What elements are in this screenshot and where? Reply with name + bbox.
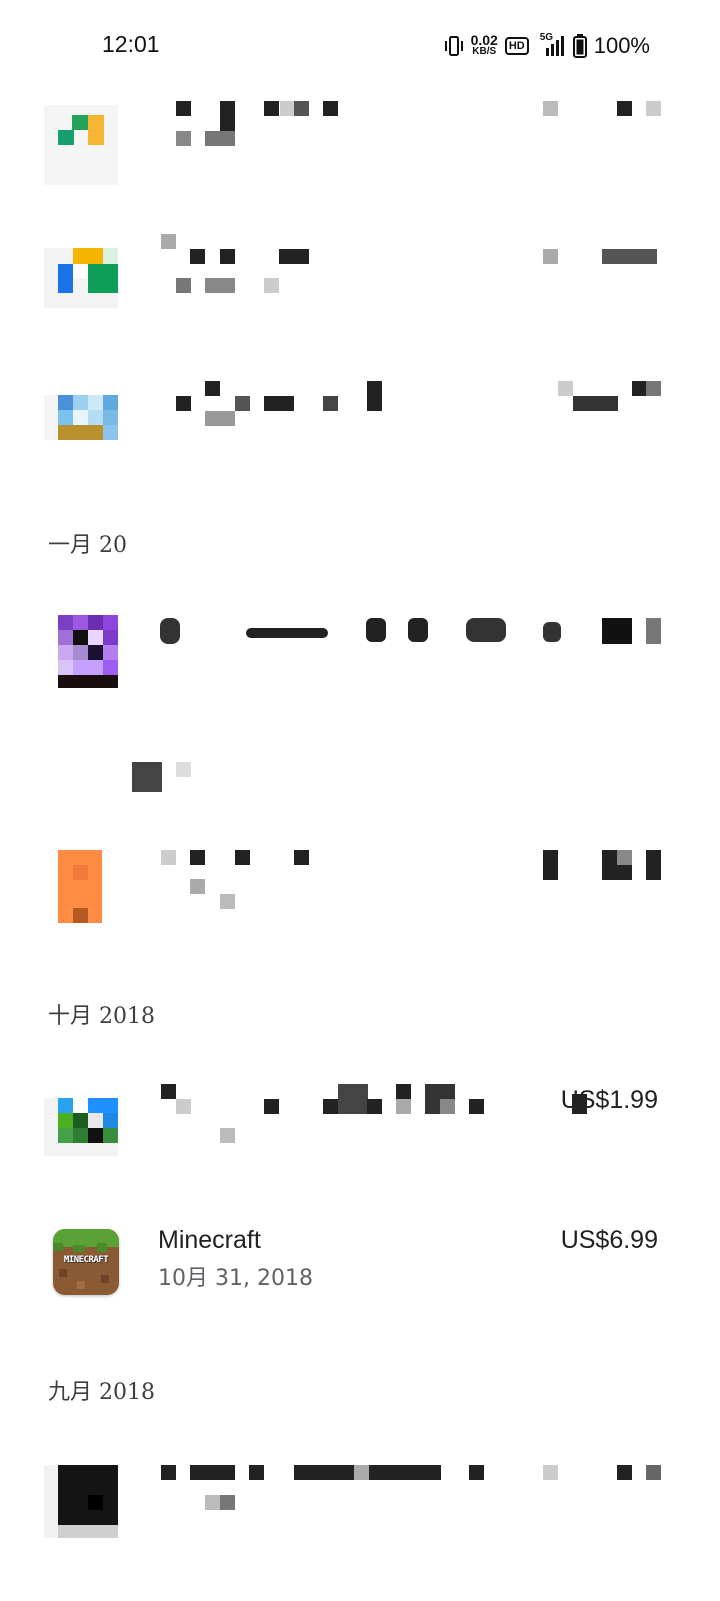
- network-speed-unit: KB/S: [472, 46, 497, 57]
- purchase-date: 10月 31, 2018: [158, 1266, 313, 1291]
- section-header: 九月 2018: [48, 1380, 155, 1405]
- purchase-item[interactable]: [0, 600, 720, 700]
- battery-icon: [572, 34, 587, 58]
- minecraft-logo-text: MINECRAFT: [63, 1255, 109, 1265]
- purchase-item[interactable]: [0, 370, 720, 465]
- purchase-item-minecraft[interactable]: MINECRAFT Minecraft 10月 31, 2018 US$6.99: [0, 1222, 720, 1322]
- app-icon: [44, 248, 118, 308]
- app-icon: [58, 850, 102, 923]
- purchase-item[interactable]: US$1.99: [0, 1080, 720, 1175]
- purchase-item[interactable]: [0, 95, 720, 190]
- app-icon: [44, 1465, 118, 1538]
- minecraft-app-icon: MINECRAFT: [53, 1229, 119, 1295]
- purchase-item[interactable]: [0, 1455, 720, 1555]
- price: US$6.99: [560, 1226, 658, 1254]
- clock: 12:01: [102, 31, 160, 57]
- app-name: Minecraft: [158, 1226, 261, 1254]
- purchase-item[interactable]: [0, 840, 720, 935]
- app-icon: [44, 1098, 118, 1158]
- app-icon: [58, 615, 118, 688]
- section-header: 十月 2018: [48, 1004, 155, 1029]
- hd-badge: HD: [504, 37, 529, 55]
- app-icon: [44, 395, 118, 455]
- network-speed-value: 0.02: [470, 32, 498, 48]
- battery-level: 100%: [593, 33, 650, 58]
- section-header: 一月 20: [48, 533, 127, 558]
- purchase-item[interactable]: [0, 230, 720, 325]
- signal-icon: 5G: [536, 32, 566, 58]
- status-bar: 12:01 0.02 KB/S HD 5G 100%: [0, 0, 720, 90]
- vibrate-icon: [444, 36, 463, 56]
- status-icons: 0.02 KB/S HD 5G 100%: [444, 32, 650, 60]
- network-speed: 0.02 KB/S: [470, 32, 498, 57]
- app-icon: [44, 105, 118, 185]
